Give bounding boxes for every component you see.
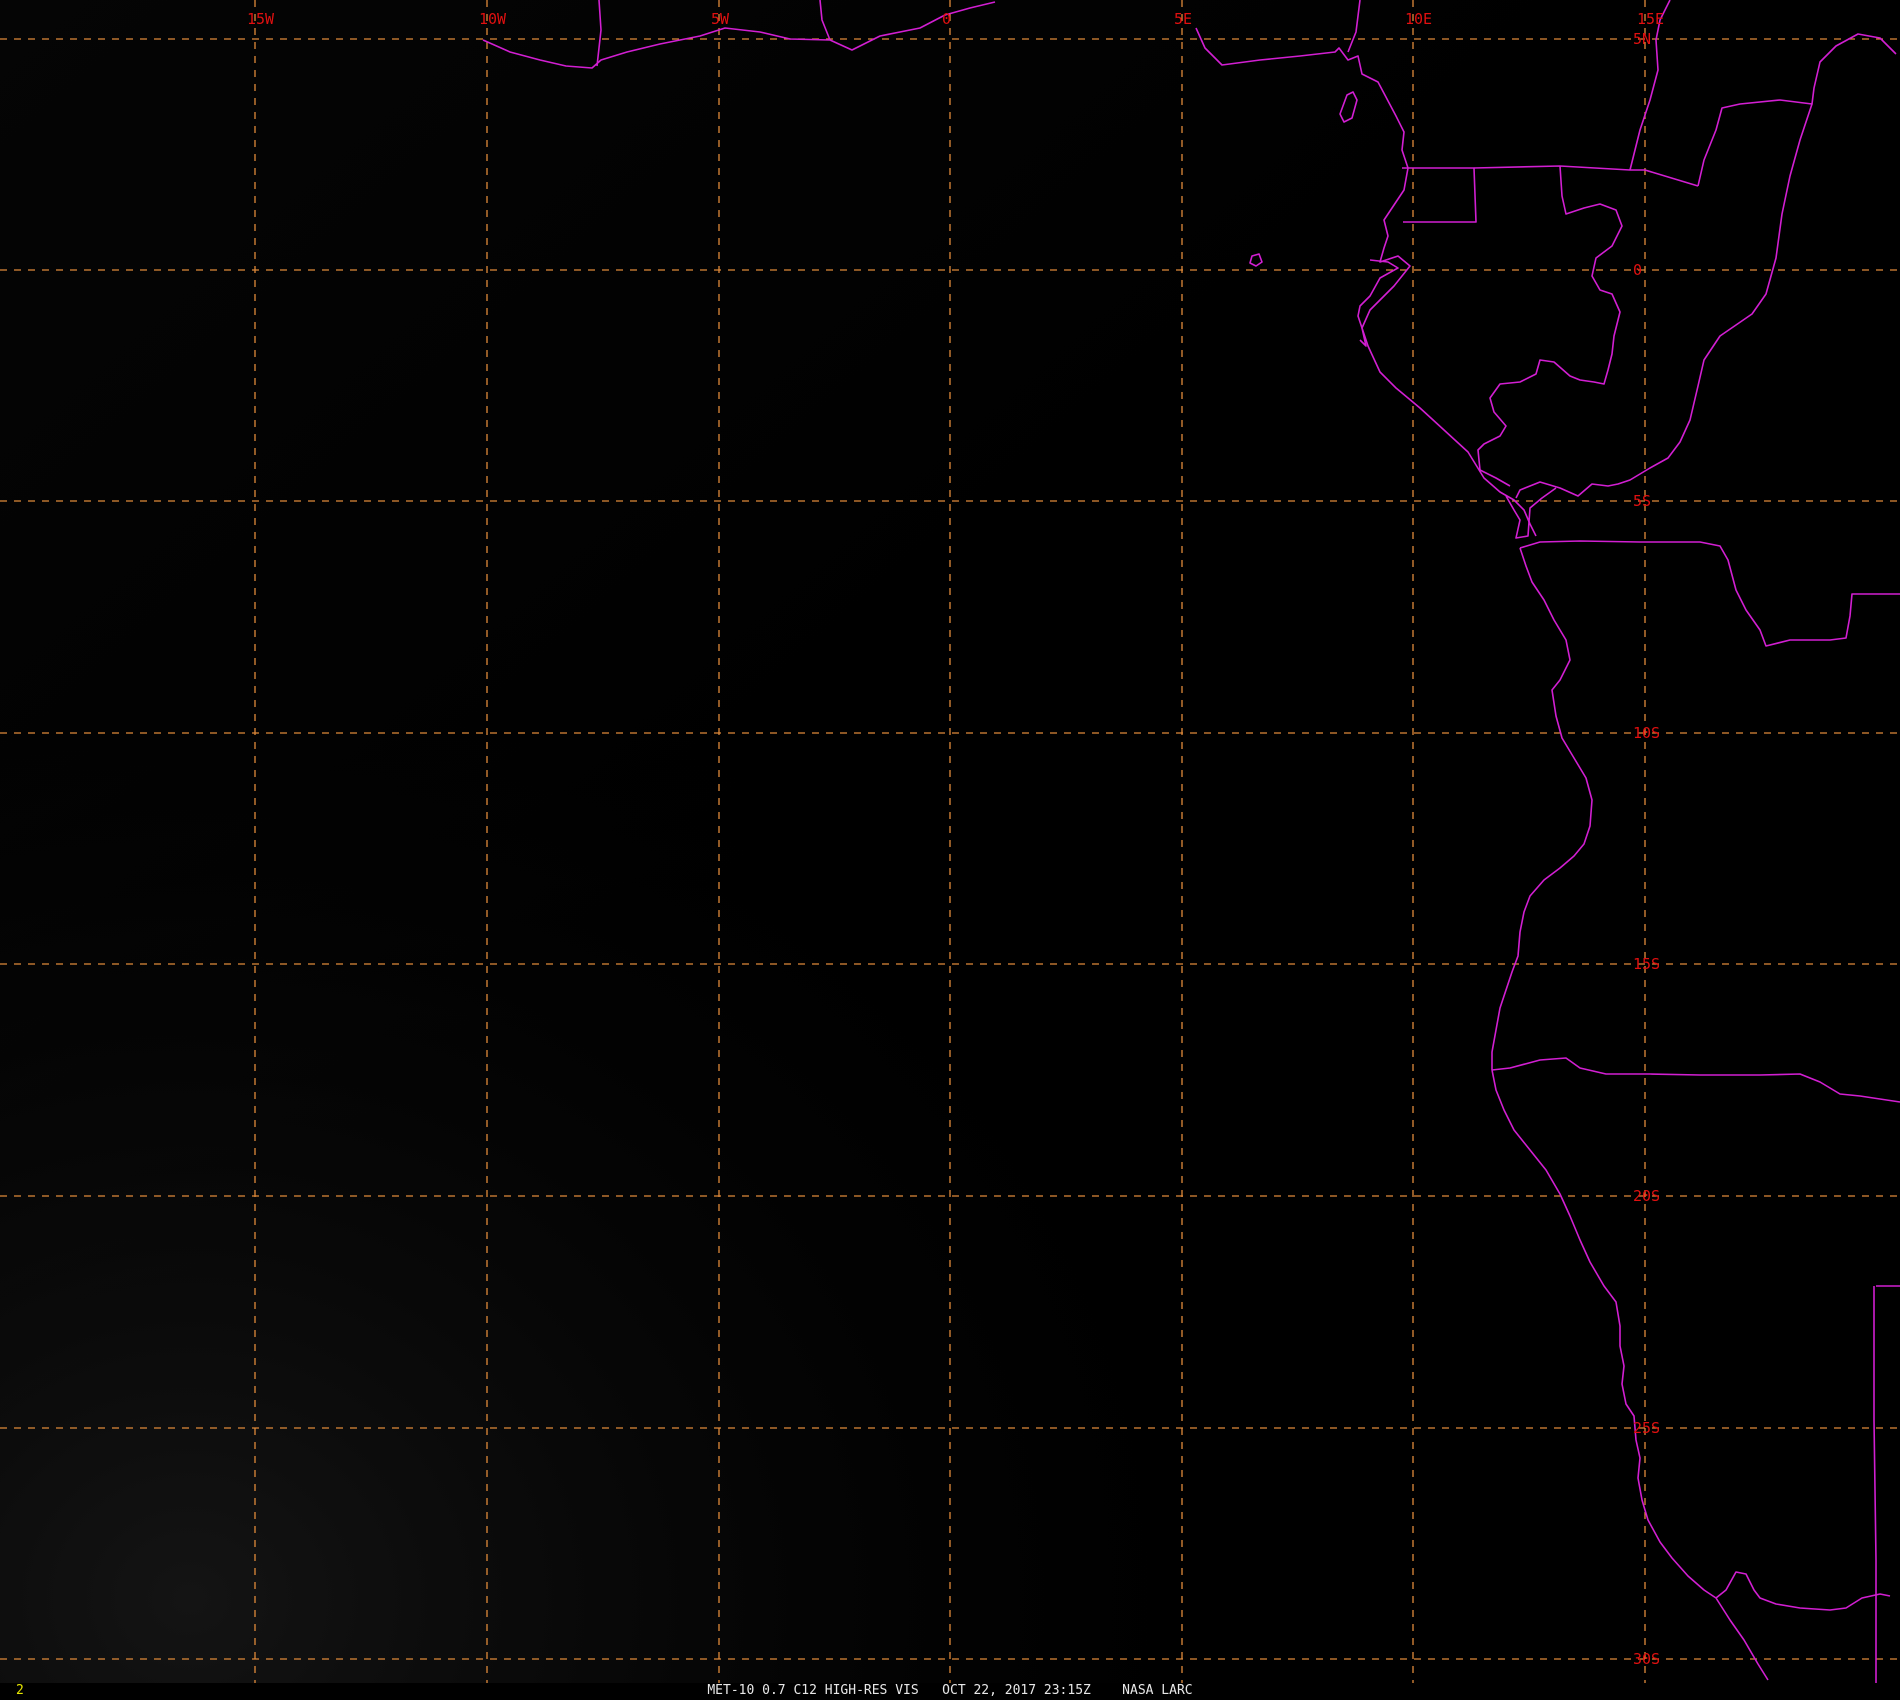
map-canvas[interactable]: 15W 10W 5W 0 5E 10E 15E 5N 0 5S 10S 15S 20S 25S 30S bbox=[0, 0, 1900, 1700]
longitude-label: 10E bbox=[1405, 10, 1432, 28]
satellite-map[interactable]: 15W 10W 5W 0 5E 10E 15E 5N 0 5S 10S 15S 20S 25S 30S bbox=[0, 0, 1900, 1700]
latitude-label: 15S bbox=[1633, 955, 1660, 973]
longitude-label: 15E bbox=[1637, 10, 1664, 28]
longitude-label: 10W bbox=[479, 10, 507, 28]
latitude-label: 5N bbox=[1633, 30, 1651, 48]
longitude-label: 5W bbox=[711, 10, 730, 28]
latitude-label: 30S bbox=[1633, 1650, 1660, 1668]
latitude-label: 5S bbox=[1633, 492, 1651, 510]
longitude-label: 0 bbox=[942, 10, 951, 28]
latitude-label: 25S bbox=[1633, 1419, 1660, 1437]
latitude-label: 20S bbox=[1633, 1187, 1660, 1205]
latitude-label: 0 bbox=[1633, 261, 1642, 279]
longitude-label: 5E bbox=[1174, 10, 1192, 28]
image-caption: MET-10 0.7 C12 HIGH-RES VIS OCT 22, 2017… bbox=[707, 1683, 1193, 1698]
latitude-label: 10S bbox=[1633, 724, 1660, 742]
longitude-label: 15W bbox=[247, 10, 275, 28]
